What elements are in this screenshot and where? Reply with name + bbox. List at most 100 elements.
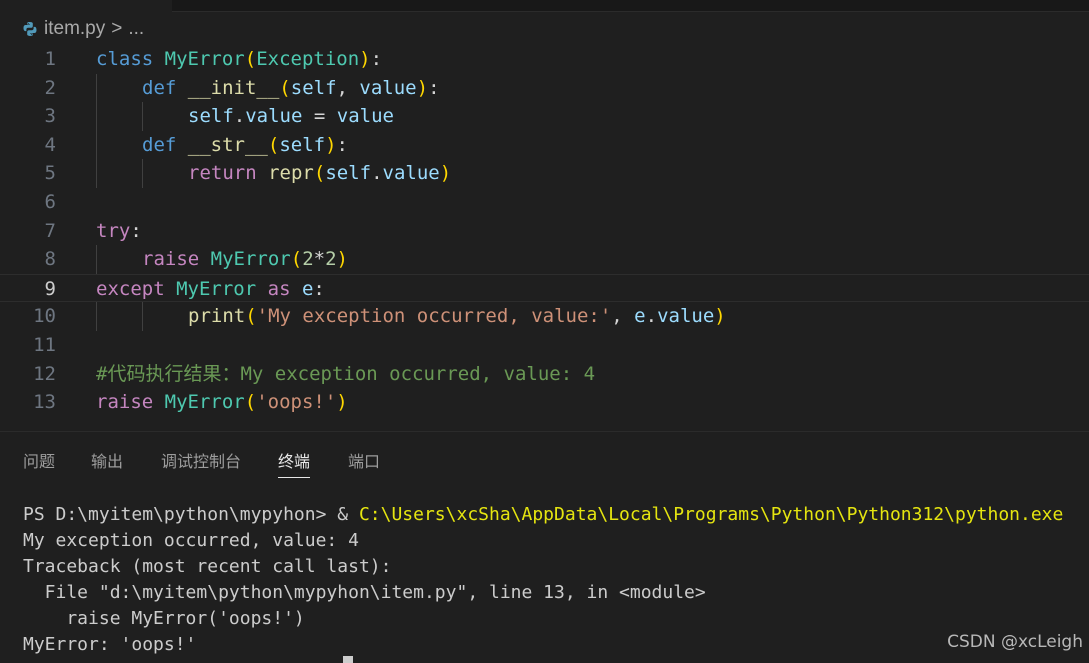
code-line[interactable]: 7 try: [0,217,1089,246]
terminal-command: C:\Users\xcSha\AppData\Local\Programs\Py… [358,504,1064,525]
line-number: 3 [44,105,56,128]
code-token: 2 [302,248,314,271]
code-line[interactable]: 10 print('My exception occurred, value:',… [0,302,1089,331]
code-token: 'oops!' [256,391,337,414]
indent-guide [96,159,97,188]
line-number: 4 [44,133,56,156]
breadcrumb-file[interactable]: item.py [44,18,105,40]
code-token: class [96,48,154,70]
code-token: __init__ [187,76,280,99]
line-number: 11 [33,334,56,356]
code-token: e [634,305,646,328]
code-token: value [382,162,440,185]
code-text: #代码执行结果：My exception occurred, value: 4 [96,360,595,389]
code-line[interactable]: 4 def __str__(self): [0,130,1089,160]
code-token: self [325,162,372,185]
code-token: . [371,162,383,185]
code-token: = [302,105,337,128]
panel-tab[interactable]: 端口 [348,450,380,474]
code-line[interactable]: 1 class MyError(Exception): [0,45,1089,74]
terminal-output-line: raise MyError('oops!') [23,608,305,629]
code-line[interactable]: 6 [0,188,1089,217]
code-text: return repr(self.value) [188,159,451,188]
indent-guide [96,302,97,331]
code-token: value [359,76,417,99]
code-line[interactable]: 9 except MyError as e: [0,273,1089,304]
line-number: 9 [44,277,56,300]
indent-guide [96,73,97,103]
code-text: print('My exception occurred, value:', e… [188,302,726,331]
terminal-prompt: PS D:\myitem\python\mypyhon> & [23,504,359,525]
code-line[interactable]: 3 self.value = value [0,102,1089,131]
code-token: ) [325,133,337,156]
code-text: raise MyError(2*2) [142,245,348,274]
code-line[interactable]: 11 [0,331,1089,360]
code-token: ) [439,162,452,185]
code-token: ( [245,305,257,328]
code-line[interactable]: 12 #代码执行结果：My exception occurred, value: … [0,360,1089,389]
line-number: 1 [44,48,56,70]
code-token: : [336,133,348,156]
code-text: def __str__(self): [142,131,348,160]
code-token: 'My exception occurred, value:' [256,305,612,328]
indent-guide [142,302,143,331]
code-token: MyError [164,48,245,70]
code-text: except MyError as e: [96,275,325,304]
code-line[interactable]: 2 def __init__(self, value): [0,73,1089,103]
code-token: , [611,305,635,328]
code-token: self [188,105,234,128]
terminal-cursor [343,656,353,663]
code-token: print [188,305,246,328]
code-token: raise [142,248,200,271]
panel-tab[interactable]: 调试控制台 [161,450,241,474]
terminal-output-line: Traceback (most recent call last): [23,556,392,577]
code-token: MyError [164,391,245,414]
code-token: . [233,105,246,128]
code-line[interactable]: 5 return repr(self.value) [0,159,1089,188]
breadcrumb-separator: > [111,18,123,39]
code-token: def [142,133,177,156]
panel-tab[interactable]: 输出 [91,450,123,474]
code-token: #代码执行结果：My exception occurred, value: 4 [96,362,596,385]
code-token: def [142,76,177,99]
code-token: , [336,76,360,99]
panel-tab[interactable]: 问题 [23,450,55,474]
terminal-output-line: My exception occurred, value: 4 [23,530,359,551]
code-token: ) [359,48,371,70]
code-token: self [279,133,326,156]
code-token: try [96,219,131,242]
code-editor[interactable]: 1 class MyError(Exception): 2 def __init__(… [0,45,1089,430]
watermark: CSDN @xcLeigh [947,632,1083,652]
line-number: 8 [44,248,56,271]
breadcrumb: item.py > ... [22,17,144,41]
code-token: MyError [210,248,291,271]
code-token: Exception [256,48,360,70]
breadcrumb-more[interactable]: ... [128,18,144,40]
code-token: MyError [176,277,257,300]
line-number: 2 [44,76,56,99]
code-token: ( [290,248,303,271]
line-number: 12 [33,362,56,385]
code-token: value [245,105,303,128]
panel-tab[interactable]: 终端 [278,450,311,478]
code-token: ( [313,162,326,185]
indent-guide [142,102,143,131]
code-token: ) [416,76,429,99]
code-token: ) [336,248,348,271]
code-token: return [188,162,257,185]
code-token: : [313,277,325,300]
active-editor-tab[interactable] [0,0,172,12]
line-number: 7 [44,219,56,242]
code-line[interactable]: 13 raise MyError('oops!') [0,388,1089,417]
terminal[interactable]: PS D:\myitem\python\mypyhon> & C:\Users\… [0,488,1089,663]
code-token: : [130,219,142,242]
code-line[interactable]: 8 raise MyError(2*2) [0,245,1089,274]
code-token: raise [96,391,154,414]
code-token: 2 [325,248,337,271]
